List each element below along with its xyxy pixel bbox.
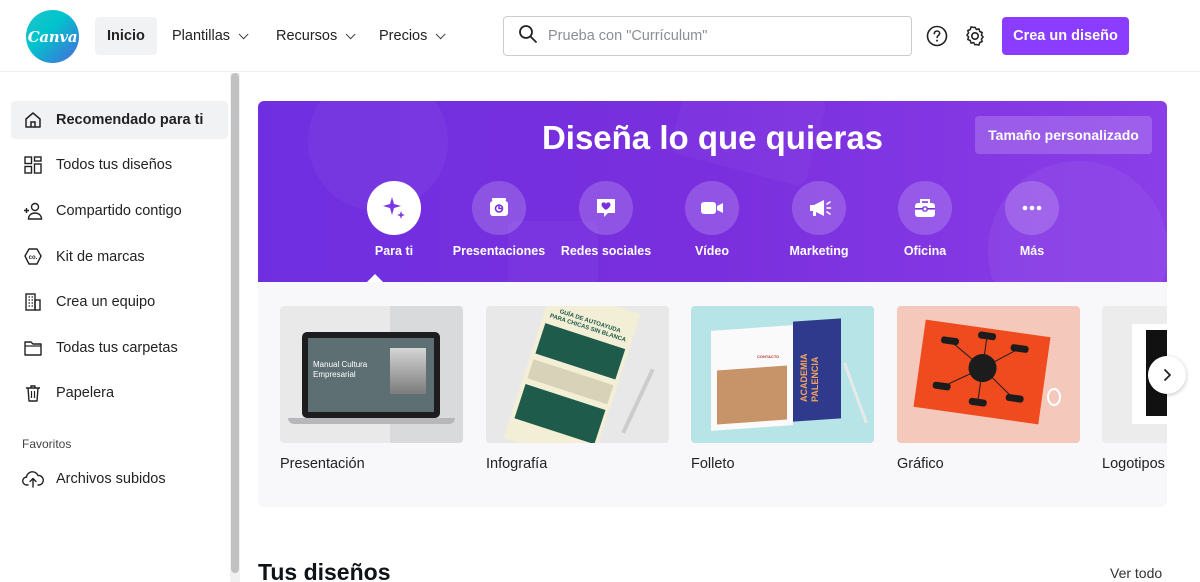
favorites-heading: Favoritos [22, 437, 72, 451]
thumb-text: CONTACTO [757, 354, 780, 359]
create-design-button[interactable]: Crea un diseño [1002, 17, 1129, 55]
custom-size-button[interactable]: Tamaño personalizado [975, 116, 1152, 154]
chart-thumbnail [897, 306, 1080, 443]
sidebar-item-folders[interactable]: Todas tus carpetas [11, 329, 228, 367]
grid-icon [22, 154, 44, 176]
card-label: Logotipos [1102, 456, 1165, 472]
sidebar: Recomendado para ti Todos tus diseños Co… [0, 73, 240, 582]
sidebar-item-all-designs[interactable]: Todos tus diseños [11, 146, 228, 184]
template-cards-panel: Manual Cultura Empresarial Presentación … [258, 282, 1167, 507]
card-presentation[interactable]: Manual Cultura Empresarial Presentación [280, 306, 463, 472]
svg-text:co.: co. [29, 255, 38, 261]
nav-label: Inicio [107, 28, 145, 44]
thumb-text: Empresarial [313, 370, 356, 379]
category-label: Vídeo [694, 244, 730, 258]
sidebar-scrollbar[interactable] [230, 73, 240, 582]
category-label: Redes sociales [560, 244, 652, 258]
sidebar-item-uploads[interactable]: Archivos subidos [11, 460, 228, 498]
your-designs-title: Tus diseños [258, 559, 391, 582]
category-video[interactable]: Vídeo [657, 181, 767, 258]
sidebar-item-trash[interactable]: Papelera [11, 374, 228, 412]
nav-label: Precios [379, 28, 428, 44]
category-presentations[interactable]: Presentaciones [444, 181, 554, 258]
carousel-next-button[interactable] [1148, 356, 1186, 394]
card-brochure[interactable]: ACADEMIA PALENCIA CONTACTO Folleto [691, 306, 874, 472]
nav-plantillas[interactable]: Plantillas [160, 17, 257, 55]
category-social[interactable]: Redes sociales [551, 181, 661, 258]
sidebar-item-brand-kit[interactable]: co. Kit de marcas [11, 238, 228, 276]
card-label: Infografía [486, 456, 548, 472]
nav-precios[interactable]: Precios [367, 17, 454, 55]
category-more[interactable]: Más [977, 181, 1087, 258]
logo-text: Canva [27, 27, 78, 46]
people-icon [22, 200, 44, 222]
category-marketing[interactable]: Marketing [764, 181, 874, 258]
category-for-you[interactable]: Para ti [339, 181, 449, 258]
sparkle-icon [367, 181, 421, 235]
sidebar-item-label: Archivos subidos [56, 471, 166, 487]
hero-banner: Diseña lo que quieras Tamaño personaliza… [258, 101, 1167, 282]
category-label: Marketing [789, 244, 849, 258]
nav-inicio[interactable]: Inicio [95, 17, 157, 55]
nav-label: Plantillas [172, 28, 231, 44]
category-label: Para ti [374, 244, 414, 258]
chevron-down-icon [436, 28, 446, 39]
thumb-text: Manual Cultura [313, 360, 368, 369]
presentation-thumbnail: Manual Cultura Empresarial [280, 306, 463, 443]
see-all-link[interactable]: Ver todo [1110, 565, 1162, 581]
sidebar-item-label: Papelera [56, 385, 115, 401]
search-icon [518, 24, 538, 49]
sidebar-item-label: Recomendado para ti [56, 112, 204, 128]
cloud-upload-icon [22, 468, 44, 490]
sidebar-item-create-team[interactable]: Crea un equipo [11, 283, 228, 321]
building-icon [22, 291, 44, 313]
card-label: Presentación [280, 456, 365, 472]
home-icon [22, 109, 44, 131]
category-label: Más [1019, 244, 1045, 258]
megaphone-icon [792, 181, 846, 235]
brand-kit-icon: co. [22, 246, 44, 268]
sidebar-item-label: Compartido contigo [56, 203, 182, 219]
card-infographic[interactable]: GUÍA DE AUTOAYUDA PARA CHICAS SIN BLANCA… [486, 306, 669, 472]
heart-chat-icon [579, 181, 633, 235]
presentation-icon [472, 181, 526, 235]
category-label: Presentaciones [452, 244, 546, 258]
nav-recursos[interactable]: Recursos [264, 17, 364, 55]
brochure-thumbnail: ACADEMIA PALENCIA CONTACTO [691, 306, 874, 443]
category-label: Oficina [903, 244, 947, 258]
card-label: Folleto [691, 456, 735, 472]
main-content: Diseña lo que quieras Tamaño personaliza… [240, 73, 1200, 582]
briefcase-icon [898, 181, 952, 235]
sidebar-item-label: Todas tus carpetas [56, 340, 178, 356]
chevron-down-icon [238, 28, 249, 39]
search-box[interactable] [503, 16, 912, 56]
folder-icon [22, 337, 44, 359]
more-dots-icon [1005, 181, 1059, 235]
infographic-thumbnail: GUÍA DE AUTOAYUDA PARA CHICAS SIN BLANCA [486, 306, 669, 443]
canva-logo[interactable]: Canva [26, 10, 79, 63]
top-bar: Canva Inicio Plantillas Recursos Precios… [0, 0, 1200, 72]
sidebar-item-shared[interactable]: Compartido contigo [11, 192, 228, 230]
chevron-down-icon [345, 28, 356, 39]
scrollbar-thumb[interactable] [231, 73, 239, 573]
nav-label: Recursos [276, 28, 338, 44]
thumb-text: PALENCIA [810, 356, 820, 402]
trash-icon [22, 382, 44, 404]
card-label: Gráfico [897, 456, 944, 472]
chevron-right-icon [1164, 369, 1171, 381]
thumb-text: ACADEMIA [799, 353, 809, 403]
search-input[interactable] [548, 28, 888, 44]
sidebar-item-label: Crea un equipo [56, 294, 156, 310]
sidebar-item-label: Todos tus diseños [56, 157, 173, 173]
gear-icon[interactable] [962, 23, 988, 49]
category-office[interactable]: Oficina [870, 181, 980, 258]
sidebar-item-label: Kit de marcas [56, 249, 145, 265]
video-camera-icon [685, 181, 739, 235]
question-circle-icon[interactable] [924, 23, 950, 49]
card-chart[interactable]: Gráfico [897, 306, 1080, 472]
sidebar-item-recommended[interactable]: Recomendado para ti [11, 101, 228, 139]
